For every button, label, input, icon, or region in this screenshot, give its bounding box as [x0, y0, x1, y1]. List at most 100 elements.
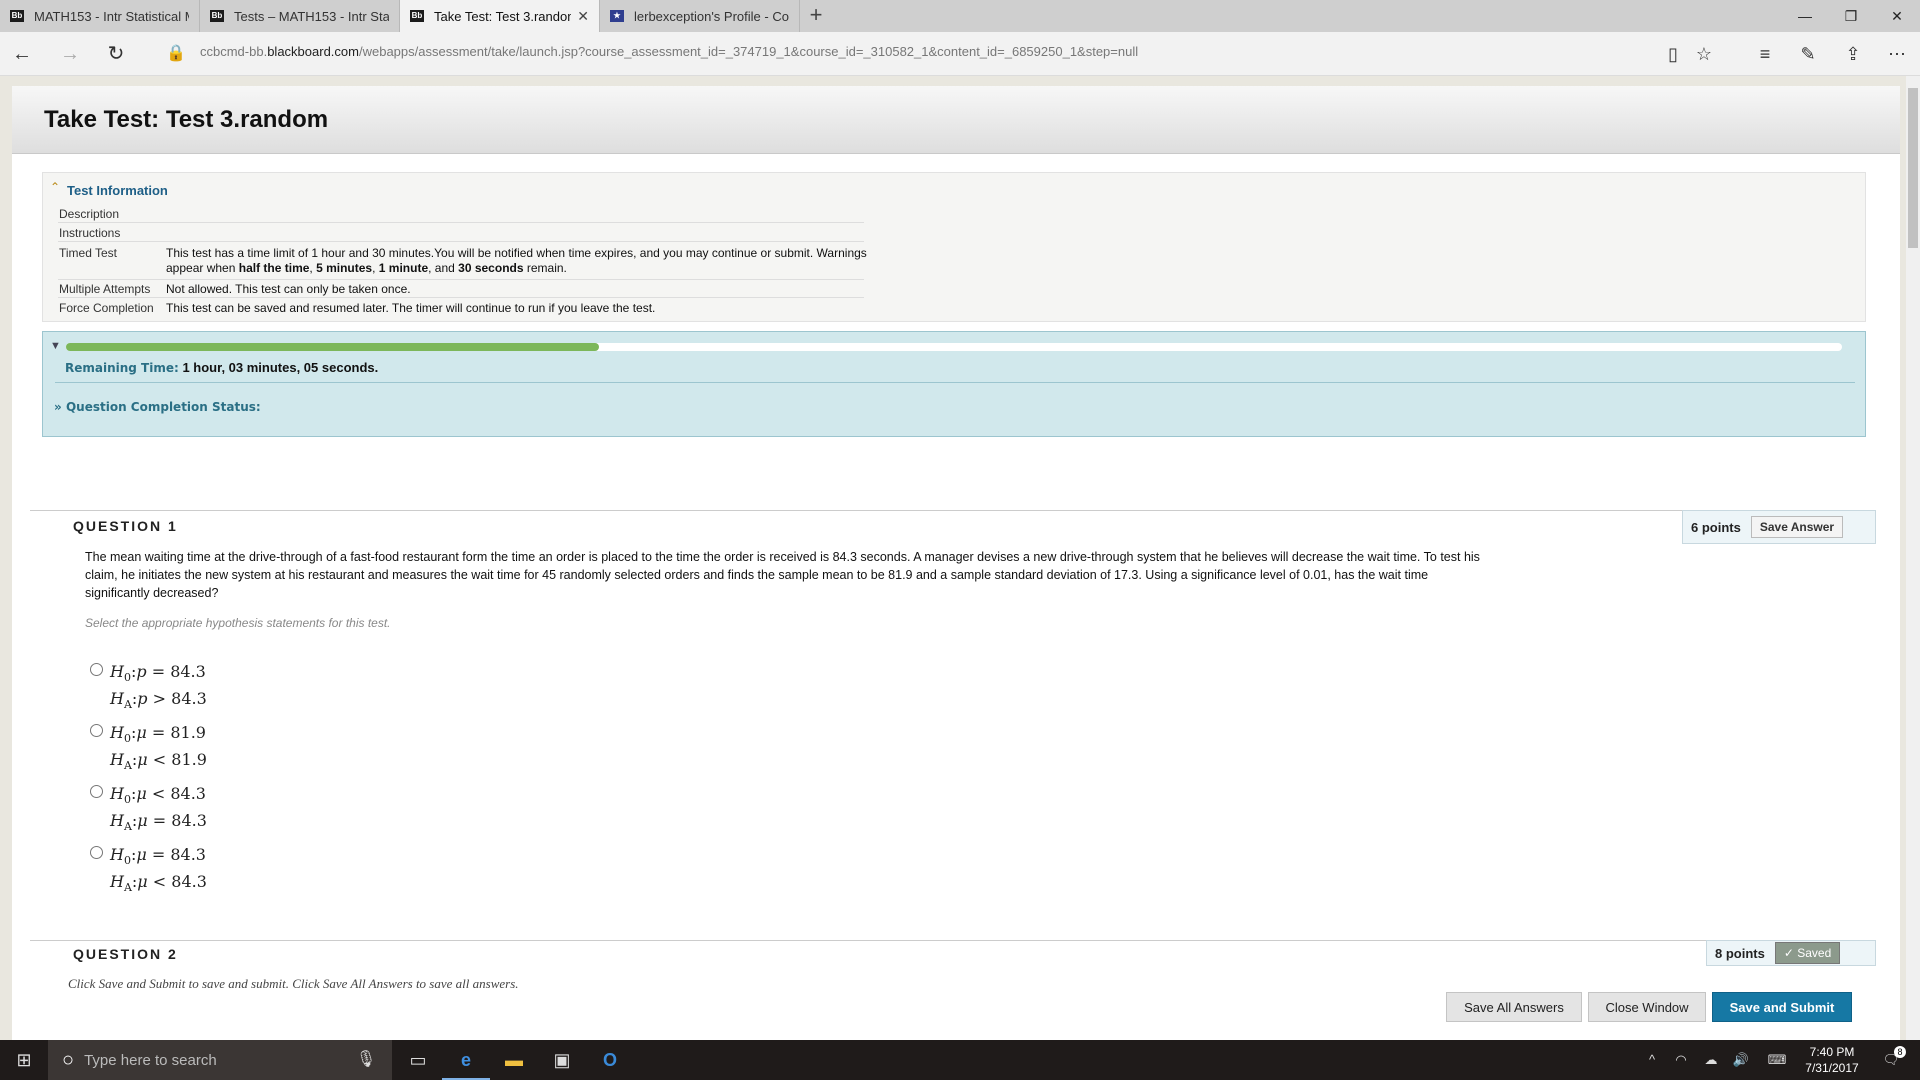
question-1-text: The mean waiting time at the drive-throu… [85, 550, 1480, 600]
close-window-icon[interactable]: ✕ [1874, 0, 1920, 32]
question-2-points: 8 points [1715, 945, 1765, 961]
time-progress-fill [66, 343, 599, 351]
answer-option-1-null-hypothesis: H0:p = 84.3 [110, 662, 206, 685]
info-label-force-completion: Force Completion [59, 301, 154, 315]
question-divider [30, 510, 1876, 511]
url-path: /webapps/assessment/take/launch.jsp?cour… [358, 44, 1139, 59]
info-text-multiple-attempts: Not allowed. This test can only be taken… [166, 282, 411, 296]
store-icon[interactable]: ▣ [538, 1040, 586, 1080]
keyboard-icon[interactable]: ⌨ [1764, 1040, 1790, 1080]
minimize-icon[interactable]: — [1782, 0, 1828, 32]
show-hidden-icons-icon[interactable]: ^ [1640, 1040, 1664, 1080]
divider [58, 241, 864, 242]
back-icon[interactable]: ← [8, 40, 36, 68]
answer-option-2-null-hypothesis: H0:μ = 81.9 [110, 723, 206, 746]
url-field[interactable]: ccbcmd-bb.blackboard.com/webapps/assessm… [200, 44, 1138, 59]
answer-option-2-alternative-hypothesis: HA:μ < 81.9 [110, 750, 207, 773]
share-icon[interactable]: ⇪ [1840, 41, 1866, 67]
answer-option-4-alternative-hypothesis: HA:μ < 84.3 [110, 872, 207, 895]
action-center-icon[interactable]: 🗨 8 [1876, 1040, 1906, 1080]
answer-option-1-alternative-hypothesis: HA:p > 84.3 [110, 689, 207, 712]
onedrive-icon[interactable]: ☁ [1698, 1040, 1724, 1080]
tab-label: Tests – MATH153 - Intr Stati [234, 8, 389, 24]
tab-label: lerbexception's Profile - Cou [634, 8, 789, 24]
remaining-time: Remaining Time: 1 hour, 03 minutes, 05 s… [65, 360, 378, 375]
blackboard-favicon-icon: Bb [410, 10, 424, 22]
web-note-icon[interactable]: ✎ [1795, 41, 1821, 67]
divider [58, 222, 864, 223]
answer-option-2-radio[interactable] [90, 724, 103, 737]
answer-option-3-alternative-hypothesis: HA:μ = 84.3 [110, 811, 207, 834]
divider [58, 297, 864, 298]
info-text-force-completion: This test can be saved and resumed later… [166, 301, 656, 315]
hub-icon[interactable]: ≡ [1752, 41, 1778, 67]
taskbar-clock[interactable]: 7:40 PM 7/31/2017 [1800, 1044, 1864, 1076]
question-completion-status[interactable]: » Question Completion Status: [54, 400, 261, 414]
tab-label: MATH153 - Intr Statistical M [34, 8, 189, 24]
remaining-time-label: Remaining Time: [65, 361, 179, 375]
tab-tests[interactable]: Bb Tests – MATH153 - Intr Stati [200, 0, 400, 32]
taskbar-date: 7/31/2017 [1805, 1061, 1859, 1075]
question-2-label: QUESTION 2 [73, 946, 178, 962]
remaining-time-value: 1 hour, 03 minutes, 05 seconds. [182, 360, 379, 375]
edge-browser-icon[interactable]: e [442, 1040, 490, 1080]
taskbar-search-placeholder: Type here to search [84, 1051, 217, 1069]
volume-icon[interactable]: 🔊 [1728, 1040, 1754, 1080]
cortana-circle-icon: ○ [62, 1048, 75, 1071]
collapse-triangle-icon[interactable]: ▼ [50, 340, 61, 352]
answer-option-4-null-hypothesis: H0:μ = 84.3 [110, 845, 206, 868]
lock-icon: 🔒 [166, 45, 186, 62]
save-and-submit-button[interactable]: Save and Submit [1712, 992, 1852, 1022]
new-tab-icon[interactable]: + [804, 0, 828, 32]
test-information-heading[interactable]: Test Information [67, 183, 168, 198]
answer-option-4-radio[interactable] [90, 846, 103, 859]
windows-start-icon[interactable]: ⊞ [0, 1040, 48, 1080]
restore-icon[interactable]: ❐ [1828, 0, 1874, 32]
answer-option-1-radio[interactable] [90, 663, 103, 676]
refresh-icon[interactable]: ↻ [102, 40, 130, 68]
collapse-caret-icon[interactable]: ⌃ [50, 180, 60, 194]
url-domain: blackboard.com [267, 44, 359, 59]
reading-view-icon[interactable]: ▯ [1660, 41, 1686, 67]
blackboard-favicon-icon: Bb [210, 10, 224, 22]
question-1-label: QUESTION 1 [73, 518, 178, 534]
favorite-star-icon[interactable]: ☆ [1691, 41, 1717, 67]
tab-label: Take Test: Test 3.random [434, 8, 572, 24]
wifi-icon[interactable]: ◠ [1668, 1040, 1694, 1080]
notification-count: 8 [1894, 1046, 1906, 1058]
taskbar-time: 7:40 PM [1809, 1045, 1855, 1059]
question-2-points-box: 8 points ✓ Saved [1706, 940, 1876, 966]
tab-course[interactable]: Bb MATH153 - Intr Statistical M [0, 0, 200, 32]
tab-profile[interactable]: ★ lerbexception's Profile - Cou [600, 0, 800, 32]
star-favicon-icon: ★ [610, 10, 624, 22]
info-label-description: Description [59, 207, 120, 221]
info-label-timed-test: Timed Test [59, 246, 118, 260]
close-tab-icon[interactable]: ✕ [577, 8, 589, 25]
outlook-icon[interactable]: O [586, 1040, 634, 1080]
tab-take-test[interactable]: Bb Take Test: Test 3.random ✕ [400, 0, 600, 32]
close-window-button[interactable]: Close Window [1588, 992, 1706, 1022]
info-text-timed-test: This test has a time limit of 1 hour and… [166, 246, 867, 275]
url-prefix: ccbcmd-bb. [200, 44, 268, 59]
info-label-multiple-attempts: Multiple Attempts [59, 282, 151, 296]
more-icon[interactable]: ⋯ [1884, 41, 1910, 67]
microphone-icon[interactable]: 🎙 [346, 1040, 386, 1080]
question-1-prompt: Select the appropriate hypothesis statem… [85, 616, 391, 630]
submit-instructions: Click Save and Submit to save and submit… [68, 976, 519, 991]
question-divider [30, 940, 1876, 941]
expand-chevron-icon: » [54, 400, 62, 414]
answer-option-3-null-hypothesis: H0:μ < 84.3 [110, 784, 206, 807]
divider [58, 279, 864, 280]
scrollbar-thumb[interactable] [1908, 88, 1918, 248]
save-answer-button[interactable]: Save Answer [1750, 516, 1844, 538]
saved-status-badge: ✓ Saved [1774, 942, 1841, 964]
answer-option-3-radio[interactable] [90, 785, 103, 798]
question-1-points-box: 6 points Save Answer [1682, 510, 1876, 544]
forward-icon[interactable]: → [56, 40, 84, 68]
info-label-instructions: Instructions [59, 226, 121, 240]
task-view-icon[interactable]: ▭ [394, 1040, 442, 1080]
save-all-answers-button[interactable]: Save All Answers [1446, 992, 1582, 1022]
divider [55, 382, 1855, 383]
file-explorer-icon[interactable]: ▬ [490, 1040, 538, 1080]
taskbar-search[interactable]: ○ Type here to search [48, 1040, 392, 1080]
